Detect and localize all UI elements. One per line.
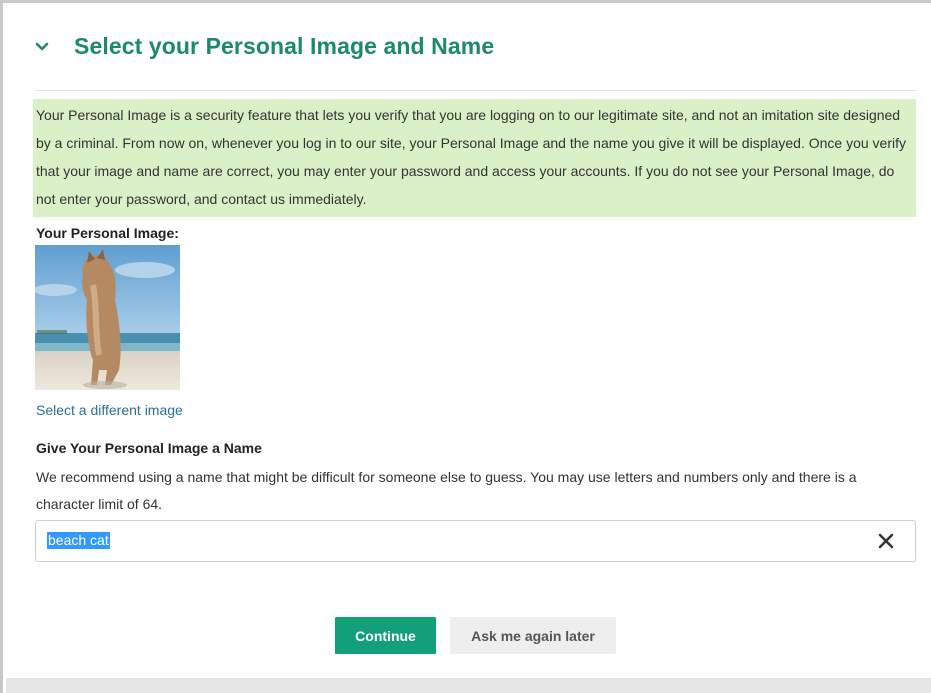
continue-button[interactable]: Continue	[335, 617, 436, 654]
select-different-image-link[interactable]: Select a different image	[36, 402, 183, 418]
image-name-label: Give Your Personal Image a Name	[36, 440, 262, 456]
ask-later-button[interactable]: Ask me again later	[450, 617, 616, 654]
bottom-strip	[6, 678, 931, 693]
chevron-down-icon[interactable]	[30, 35, 54, 59]
close-icon[interactable]	[875, 530, 897, 552]
divider	[35, 90, 916, 91]
security-notice: Your Personal Image is a security featur…	[33, 99, 916, 217]
image-name-input[interactable]: beach cat	[35, 520, 916, 562]
section-header: Select your Personal Image and Name	[30, 33, 494, 60]
personal-image-thumbnail	[35, 245, 180, 390]
page-title: Select your Personal Image and Name	[74, 33, 495, 59]
image-name-help-text: We recommend using a name that might be …	[36, 469, 857, 512]
image-name-value[interactable]: beach cat	[47, 532, 110, 549]
personal-image-label: Your Personal Image:	[36, 225, 179, 241]
page-frame: Select your Personal Image and Name Your…	[0, 0, 931, 693]
